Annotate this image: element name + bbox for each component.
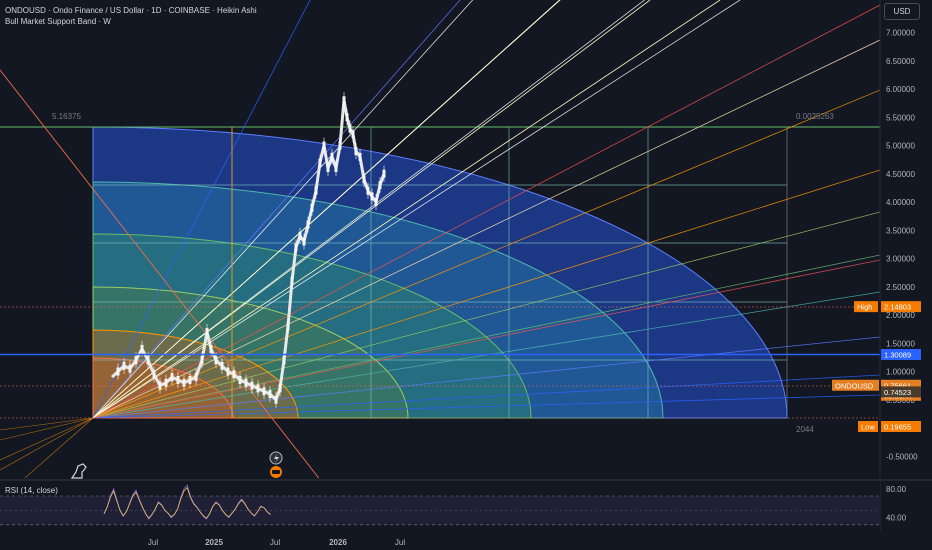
price-tick-label: -0.50000: [886, 452, 918, 461]
annotation-bottom-right: 2044: [796, 425, 814, 434]
symbol-badge: ONDOUSD: [835, 381, 874, 390]
chart-header: ONDOUSD · Ondo Finance / US Dollar · 1D …: [5, 5, 257, 27]
annotation-top-right: 0.0025263: [796, 112, 834, 121]
rsi-pane[interactable]: 80.00 40.00: [0, 479, 932, 532]
price-tick-label: 2.00000: [886, 311, 915, 320]
low-label: Low: [861, 422, 875, 431]
price-axis-bg: [880, 0, 932, 550]
time-label: 2026: [329, 538, 347, 547]
rsi-legend[interactable]: RSI (14, close): [5, 486, 58, 495]
price-tick-label: 1.00000: [886, 368, 915, 377]
time-axis-bg: [0, 532, 932, 550]
rsi-tick-label: 80.00: [886, 485, 907, 494]
indicator-legend[interactable]: Bull Market Support Band · W: [5, 16, 257, 27]
time-axis[interactable]: Jul 2025 Jul 2026 Jul: [0, 532, 932, 550]
time-label: Jul: [148, 538, 158, 547]
chart-canvas[interactable]: 7.00000 6.50000 6.00000 5.50000 5.00000 4.500…: [0, 0, 932, 550]
price-tick-label: 2.50000: [886, 283, 915, 292]
price-tick-label: 6.50000: [886, 57, 915, 66]
price-tick-label: 3.00000: [886, 255, 915, 264]
time-label: 2025: [205, 538, 223, 547]
price-tick-label: 7.00000: [886, 29, 915, 38]
symbol-title[interactable]: ONDOUSD · Ondo Finance / US Dollar · 1D …: [5, 5, 257, 16]
time-label: Jul: [395, 538, 405, 547]
time-label: Jul: [270, 538, 280, 547]
rsi-tick-label: 40.00: [886, 514, 907, 523]
price-axis[interactable]: 7.00000 6.50000 6.00000 5.50000 5.00000 4.500…: [879, 0, 932, 550]
currency-button[interactable]: USD: [884, 3, 920, 20]
price-tick-label: 6.00000: [886, 85, 915, 94]
dividend-glyph: [272, 470, 280, 474]
price-tick-label: 5.00000: [886, 142, 915, 151]
prev-value: 0.74523: [884, 388, 911, 397]
price-tick-label: 3.50000: [886, 226, 915, 235]
annotation-top-left: 5.16375: [52, 112, 81, 121]
price-tick-label: 5.50000: [886, 113, 915, 122]
low-value: 0.19655: [884, 422, 911, 431]
price-tick-label: 1.50000: [886, 339, 915, 348]
price-tick-label: 4.50000: [886, 170, 915, 179]
high-value: 2.14803: [884, 303, 911, 312]
price-tick-label: 4.00000: [886, 198, 915, 207]
hline-value: 1.30089: [884, 350, 911, 359]
high-label: High: [857, 303, 872, 312]
